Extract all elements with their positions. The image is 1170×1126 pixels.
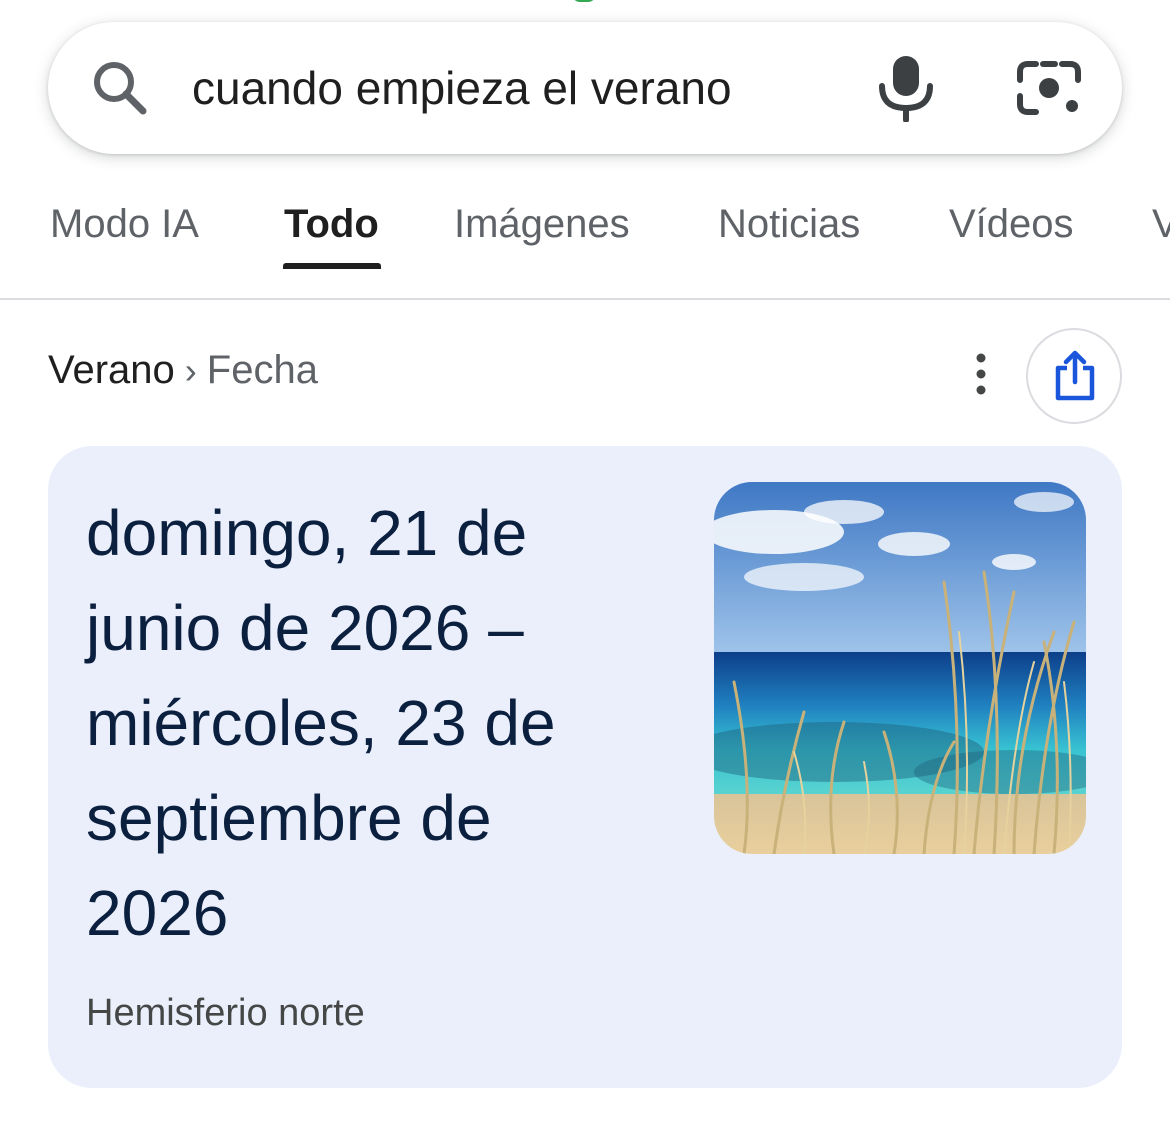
share-button[interactable]	[1026, 328, 1122, 424]
search-input[interactable]	[192, 58, 832, 118]
tabs-divider	[0, 298, 1170, 300]
more-vert-icon[interactable]	[966, 352, 996, 396]
search-tabs: Modo IA Todo Imágenes Noticias Vídeos V	[0, 180, 1170, 300]
tab-noticias[interactable]: Noticias	[718, 202, 860, 247]
search-results-page: Modo IA Todo Imágenes Noticias Vídeos V …	[0, 0, 1170, 1126]
breadcrumb-sub[interactable]: Fecha	[207, 348, 318, 392]
tab-todo[interactable]: Todo	[284, 202, 379, 247]
tab-overflow[interactable]: V	[1152, 202, 1170, 247]
beach-grass-photo[interactable]	[714, 482, 1086, 854]
answer-card: domingo, 21 de junio de 2026 – miércoles…	[48, 446, 1122, 1088]
tab-videos[interactable]: Vídeos	[949, 202, 1074, 247]
breadcrumb-main[interactable]: Verano	[48, 348, 175, 392]
share-icon	[1055, 350, 1095, 401]
tab-imagenes[interactable]: Imágenes	[454, 202, 630, 247]
breadcrumb: Verano › Fecha	[48, 348, 318, 393]
camera-lens-icon[interactable]	[1016, 58, 1082, 118]
tab-modo-ia[interactable]: Modo IA	[50, 202, 199, 247]
active-tab-indicator	[283, 263, 381, 269]
answer-date-range: domingo, 21 de junio de 2026 – miércoles…	[86, 497, 556, 949]
hemisphere-label: Hemisferio norte	[86, 992, 365, 1034]
top-accent	[572, 0, 596, 2]
search-icon[interactable]	[90, 58, 150, 118]
breadcrumb-separator: ›	[184, 350, 197, 391]
mic-icon[interactable]	[874, 54, 938, 122]
